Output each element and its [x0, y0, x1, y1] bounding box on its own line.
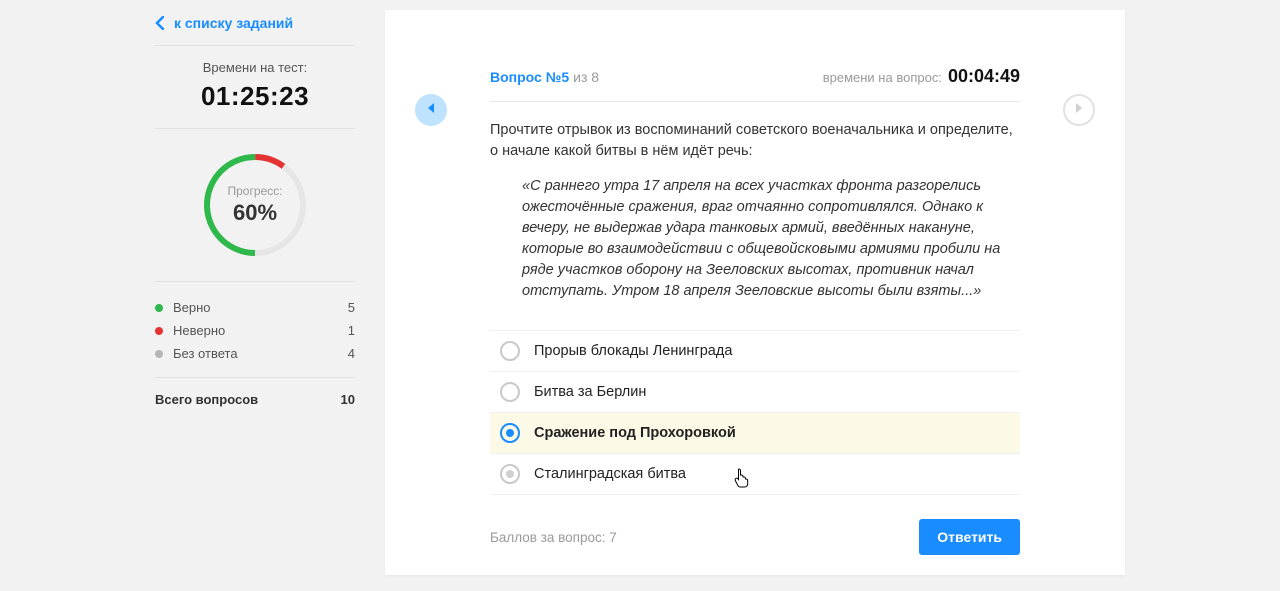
- dot-green-icon: [155, 304, 163, 312]
- sidebar: к списку заданий Времени на тест: 01:25:…: [155, 10, 355, 575]
- chevron-left-icon: [155, 16, 164, 30]
- back-link-label: к списку заданий: [174, 15, 293, 31]
- test-time-block: Времени на тест: 01:25:23: [155, 46, 355, 129]
- progress-label: Прогресс:: [227, 184, 282, 198]
- total-label: Всего вопросов: [155, 392, 341, 407]
- progress-ring: Прогресс: 60%: [201, 151, 309, 259]
- legend-value: 5: [348, 300, 355, 315]
- legend-label: Неверно: [173, 323, 348, 338]
- radio-icon: [500, 341, 520, 361]
- legend-row-correct: Верно 5: [155, 296, 355, 319]
- cursor-pointer-icon: [734, 468, 750, 493]
- total-row: Всего вопросов 10: [155, 378, 355, 421]
- progress-value: 60%: [233, 200, 277, 226]
- option-label: Битва за Берлин: [534, 384, 646, 400]
- radio-icon: [500, 464, 520, 484]
- answer-options: Прорыв блокады Ленинграда Битва за Берли…: [490, 330, 1020, 495]
- question-header: Вопрос №5 из 8 времени на вопрос: 00:04:…: [490, 10, 1020, 102]
- radio-icon: [500, 423, 520, 443]
- legend-value: 4: [348, 346, 355, 361]
- question-number: Вопрос №5: [490, 69, 569, 85]
- question-body: Прочтите отрывок из воспоминаний советск…: [490, 102, 1020, 302]
- legend-label: Без ответа: [173, 346, 348, 361]
- question-prompt: Прочтите отрывок из воспоминаний советск…: [490, 120, 1020, 162]
- option-label: Сражение под Прохоровкой: [534, 425, 736, 441]
- question-points: Баллов за вопрос: 7: [490, 530, 919, 545]
- answer-option[interactable]: Прорыв блокады Ленинграда: [490, 330, 1020, 371]
- radio-icon: [500, 382, 520, 402]
- test-time-value: 01:25:23: [155, 81, 355, 112]
- total-value: 10: [341, 392, 355, 407]
- answer-option[interactable]: Битва за Берлин: [490, 371, 1020, 412]
- legend-value: 1: [348, 323, 355, 338]
- back-to-list-link[interactable]: к списку заданий: [155, 10, 355, 46]
- submit-answer-button[interactable]: Ответить: [919, 519, 1020, 555]
- answer-option[interactable]: Сталинградская битва: [490, 453, 1020, 495]
- test-time-label: Времени на тест:: [155, 60, 355, 75]
- question-time-label: времени на вопрос:: [823, 70, 942, 85]
- option-label: Сталинградская битва: [534, 466, 686, 482]
- legend-row-incorrect: Неверно 1: [155, 319, 355, 342]
- legend: Верно 5 Неверно 1 Без ответа 4: [155, 282, 355, 378]
- dot-gray-icon: [155, 350, 163, 358]
- dot-red-icon: [155, 327, 163, 335]
- question-time-value: 00:04:49: [948, 66, 1020, 87]
- question-of-total: из 8: [573, 69, 599, 85]
- question-footer: Баллов за вопрос: 7 Ответить: [490, 495, 1020, 555]
- question-card: Вопрос №5 из 8 времени на вопрос: 00:04:…: [385, 10, 1125, 575]
- legend-label: Верно: [173, 300, 348, 315]
- option-label: Прорыв блокады Ленинграда: [534, 343, 732, 359]
- answer-option[interactable]: Сражение под Прохоровкой: [490, 412, 1020, 453]
- question-quote: «С раннего утра 17 апреля на всех участк…: [490, 162, 1020, 302]
- progress-block: Прогресс: 60%: [155, 129, 355, 282]
- legend-row-unanswered: Без ответа 4: [155, 342, 355, 365]
